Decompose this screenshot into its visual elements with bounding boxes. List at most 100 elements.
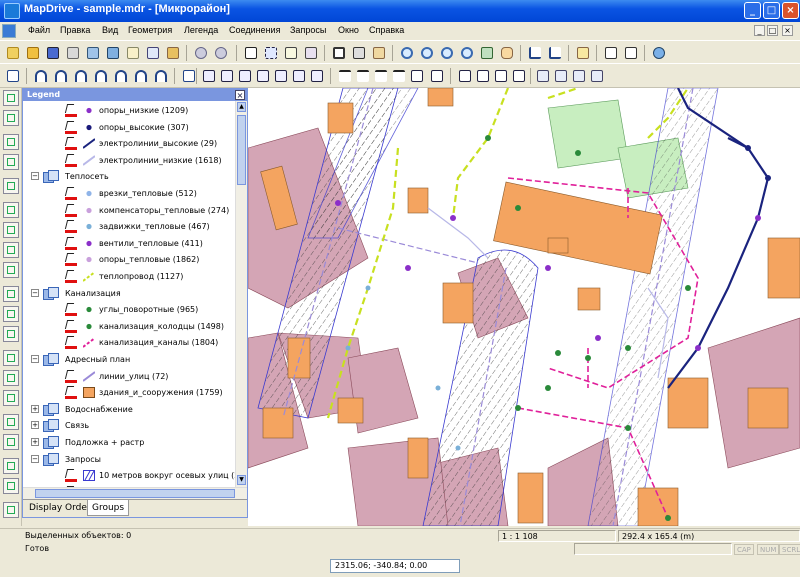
legend-layer[interactable]: опоры_низкие (1209) <box>64 103 235 118</box>
draw-arc-icon[interactable] <box>32 67 50 85</box>
maximize-button[interactable]: □ <box>763 2 780 19</box>
tool-11-icon[interactable] <box>3 306 19 322</box>
draw-arc7-icon[interactable] <box>152 67 170 85</box>
tool-9-icon[interactable] <box>3 262 19 278</box>
text-align-2-icon[interactable] <box>354 67 372 85</box>
legend-layer[interactable]: врезки_тепловые (512) <box>64 186 235 201</box>
visibility-pointer-icon[interactable] <box>64 386 77 400</box>
expand-toggle-icon[interactable]: − <box>31 172 39 181</box>
globe-icon[interactable] <box>650 44 668 62</box>
zoom-out-icon[interactable] <box>418 44 436 62</box>
legend-layer[interactable]: канализация_каналы (1804) <box>64 335 235 350</box>
legend-horizontal-scrollbar[interactable] <box>23 487 247 499</box>
connect-icon[interactable] <box>164 44 182 62</box>
visibility-pointer-icon[interactable] <box>64 303 77 317</box>
legend-layer[interactable]: канализация_колодцы (1498) <box>64 319 235 334</box>
paste-icon[interactable] <box>370 44 388 62</box>
open-icon[interactable] <box>24 44 42 62</box>
table-view-icon[interactable] <box>408 67 426 85</box>
visibility-pointer-icon[interactable] <box>64 104 77 117</box>
tool-20-icon[interactable] <box>3 502 19 518</box>
select-rect-icon[interactable] <box>262 44 280 62</box>
save-icon[interactable] <box>44 44 62 62</box>
visibility-pointer-icon[interactable] <box>64 469 77 483</box>
map-svg[interactable] <box>248 88 800 526</box>
text-align-4-icon[interactable] <box>390 67 408 85</box>
zoom-rect-icon[interactable] <box>438 44 456 62</box>
expand-toggle-icon[interactable]: + <box>31 438 39 446</box>
menu-file[interactable]: Файл <box>28 25 50 35</box>
node-tool-1-icon[interactable] <box>200 67 218 85</box>
minimize-button[interactable]: _ <box>744 2 761 19</box>
legend-close-icon[interactable]: × <box>235 90 245 100</box>
legend-layer[interactable]: теплопровод (1127) <box>64 269 235 284</box>
pan-hand-icon[interactable] <box>498 44 516 62</box>
visibility-pointer-icon[interactable] <box>64 203 77 217</box>
cut-icon[interactable] <box>350 44 368 62</box>
draw-arc6-icon[interactable] <box>132 67 150 85</box>
draw-arc3-icon[interactable] <box>72 67 90 85</box>
first-record-icon[interactable] <box>534 67 552 85</box>
legend-group[interactable]: + Подложка + растр <box>31 435 231 450</box>
triangle-alt-icon[interactable] <box>622 44 640 62</box>
tool-10-icon[interactable] <box>3 286 19 302</box>
legend-layer[interactable]: электролинии_низкие (1618) <box>64 153 235 168</box>
mdi-restore-button[interactable]: □ <box>767 25 778 36</box>
undo-icon[interactable] <box>192 44 210 62</box>
tool-13-icon[interactable] <box>3 350 19 366</box>
node-tool-6-icon[interactable] <box>290 67 308 85</box>
tool-5-icon[interactable] <box>3 178 19 194</box>
select-pointer-icon[interactable] <box>242 44 260 62</box>
expand-toggle-icon[interactable]: − <box>31 355 39 363</box>
menu-connections[interactable]: Соединения <box>229 25 280 35</box>
menu-window[interactable]: Окно <box>338 25 359 35</box>
text-align-1-icon[interactable] <box>336 67 354 85</box>
legend-layer[interactable]: здания_и_сооружения (1759) <box>64 385 235 400</box>
legend-group[interactable]: − Адресный план <box>31 352 231 367</box>
visibility-pointer-icon[interactable] <box>64 137 77 151</box>
visibility-pointer-icon[interactable] <box>64 120 77 134</box>
draw-arc4-icon[interactable] <box>92 67 110 85</box>
zoom-in-icon[interactable] <box>398 44 416 62</box>
prev-record-icon[interactable] <box>552 67 570 85</box>
tab-display-order[interactable]: Display Order <box>25 500 95 516</box>
tool-19-icon[interactable] <box>3 478 19 494</box>
tool-17-icon[interactable] <box>3 434 19 450</box>
legend-layer[interactable]: электролинии_высокие (29) <box>64 136 235 151</box>
triangle-icon[interactable] <box>602 44 620 62</box>
draw-arc2-icon[interactable] <box>52 67 70 85</box>
expand-toggle-icon[interactable]: − <box>31 454 39 463</box>
menu-help[interactable]: Справка <box>369 25 404 35</box>
legend-layer[interactable]: компенсаторы_тепловые (274) <box>64 203 235 218</box>
visibility-pointer-icon[interactable] <box>64 187 77 200</box>
menu-view[interactable]: Вид <box>102 25 118 35</box>
visibility-pointer-icon[interactable] <box>64 369 77 383</box>
node-tool-5-icon[interactable] <box>272 67 290 85</box>
tool-18-icon[interactable] <box>3 458 19 474</box>
measure-icon[interactable] <box>526 44 544 62</box>
legend-layer[interactable]: 10 метров вокруг осевых улиц (2 <box>64 468 236 483</box>
filter-add-icon[interactable] <box>474 67 492 85</box>
table-icon[interactable] <box>124 44 142 62</box>
visibility-pointer-icon[interactable] <box>64 270 77 283</box>
expand-toggle-icon[interactable]: + <box>31 404 39 413</box>
text-align-3-icon[interactable] <box>372 67 390 85</box>
scroll-down-icon[interactable]: ▼ <box>237 475 246 485</box>
tool-16-icon[interactable] <box>3 414 19 430</box>
map-canvas[interactable] <box>248 88 800 526</box>
legend-layer[interactable]: линии_улиц (72) <box>64 369 235 384</box>
draw-line-icon[interactable] <box>4 67 22 85</box>
expand-toggle-icon[interactable]: + <box>31 421 39 430</box>
tool-15-icon[interactable] <box>3 390 19 406</box>
tool-1-icon[interactable] <box>3 90 19 106</box>
print-icon[interactable] <box>64 44 82 62</box>
legend-group[interactable]: − Канализация <box>31 286 231 301</box>
legend-vertical-scrollbar[interactable]: ▲ ▼ <box>235 101 247 487</box>
layers-icon[interactable] <box>104 44 122 62</box>
hscroll-thumb[interactable] <box>35 489 235 498</box>
menu-geometry[interactable]: Геометрия <box>128 25 172 35</box>
scroll-thumb[interactable] <box>237 115 246 185</box>
filter-apply-icon[interactable] <box>510 67 528 85</box>
legend-group[interactable]: + Водоснабжение <box>31 402 231 417</box>
node-tool-2-icon[interactable] <box>218 67 236 85</box>
